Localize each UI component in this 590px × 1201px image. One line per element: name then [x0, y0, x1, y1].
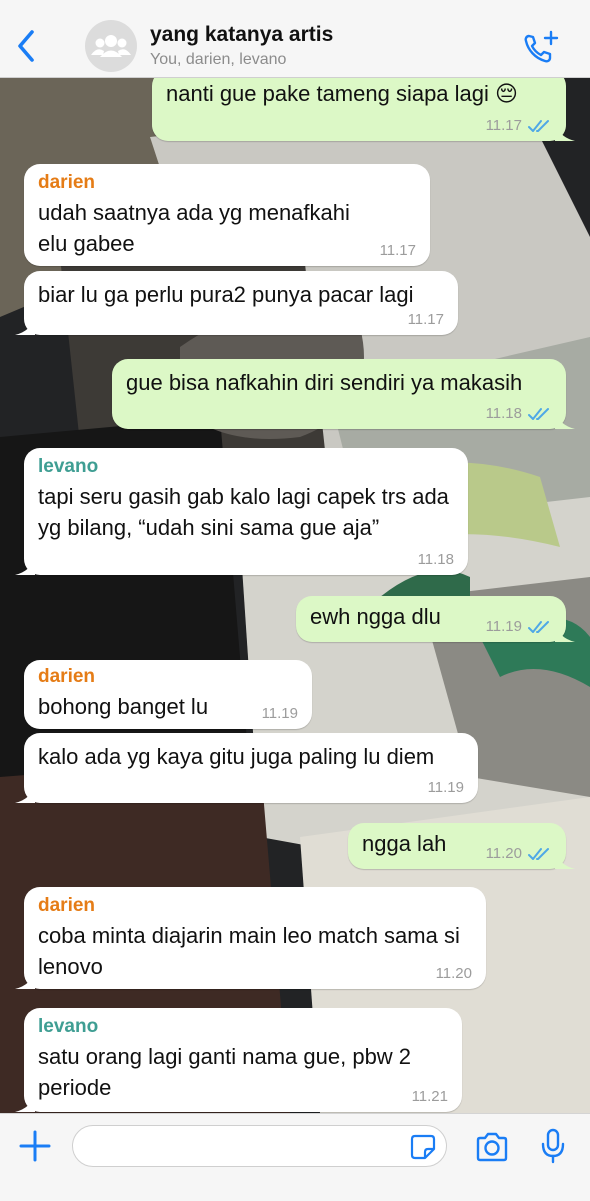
- message-list[interactable]: nanti gue pake tameng siapa lagi 😔 11.17…: [0, 77, 590, 1113]
- chat-header: yang katanya artis You, darien, levano: [0, 0, 590, 78]
- sender-name[interactable]: levano: [38, 456, 454, 478]
- message-time: 11.20: [435, 965, 472, 982]
- sticker-icon[interactable]: [410, 1134, 436, 1160]
- outgoing-message[interactable]: gue bisa nafkahin diri sendiri ya makasi…: [112, 359, 575, 429]
- back-chevron-icon[interactable]: [12, 26, 42, 66]
- sender-name[interactable]: darien: [38, 172, 416, 194]
- read-ticks-icon: [528, 621, 549, 633]
- bubble-tail: [15, 785, 35, 803]
- message-text: nanti gue pake tameng siapa lagi 😔: [166, 81, 518, 106]
- message-text: satu orang lagi ganti nama gue, pbw 2 pe…: [38, 1044, 412, 1100]
- composer-bar: [0, 1113, 590, 1201]
- message-time: 11.20: [485, 845, 522, 862]
- group-avatar-icon[interactable]: [85, 20, 137, 72]
- message-time: 11.21: [411, 1088, 448, 1105]
- message-text: kalo ada yg kaya gitu juga paling lu die…: [38, 744, 435, 769]
- plus-icon[interactable]: [18, 1129, 52, 1163]
- bubble-tail: [15, 971, 35, 989]
- incoming-message[interactable]: darien bohong banget lu 11.19: [24, 660, 312, 729]
- message-text: coba minta diajarin main leo match sama …: [38, 923, 460, 979]
- message-text: tapi seru gasih gab kalo lagi capek trs …: [38, 484, 449, 540]
- message-time: 11.19: [427, 779, 464, 796]
- sender-name[interactable]: darien: [38, 666, 298, 688]
- incoming-message[interactable]: darien udah saatnya ada yg menafkahi elu…: [24, 164, 430, 266]
- bubble-tail: [555, 411, 575, 429]
- bubble-tail: [555, 851, 575, 869]
- microphone-icon[interactable]: [540, 1128, 566, 1164]
- outgoing-message[interactable]: nanti gue pake tameng siapa lagi 😔 11.17: [152, 77, 575, 141]
- sender-name[interactable]: darien: [38, 895, 472, 917]
- incoming-message[interactable]: levano satu orang lagi ganti nama gue, p…: [15, 1008, 462, 1112]
- message-input[interactable]: [72, 1125, 447, 1167]
- message-time: 11.18: [417, 551, 454, 568]
- bubble-tail: [555, 624, 575, 642]
- message-time: 11.19: [485, 618, 522, 635]
- message-time: 11.17: [485, 117, 522, 134]
- message-time: 11.18: [485, 405, 522, 422]
- phone-plus-icon[interactable]: [520, 28, 560, 68]
- read-ticks-icon: [528, 120, 549, 132]
- message-text: biar lu ga perlu pura2 punya pacar lagi: [38, 282, 414, 307]
- message-text: ngga lah: [362, 831, 447, 856]
- outgoing-message[interactable]: ewh ngga dlu 11.19: [296, 596, 575, 642]
- message-text: gue bisa nafkahin diri sendiri ya makasi…: [126, 370, 523, 395]
- chat-participants: You, darien, levano: [150, 51, 287, 68]
- incoming-message[interactable]: darien coba minta diajarin main leo matc…: [15, 887, 486, 989]
- incoming-message[interactable]: kalo ada yg kaya gitu juga paling lu die…: [15, 733, 478, 803]
- message-text: udah saatnya ada yg menafkahi elu gabee: [38, 200, 350, 256]
- bubble-tail: [555, 123, 575, 141]
- sender-name[interactable]: levano: [38, 1016, 448, 1038]
- message-time: 11.17: [407, 311, 444, 328]
- message-time: 11.19: [261, 705, 298, 722]
- bubble-tail: [15, 1094, 35, 1112]
- chat-title[interactable]: yang katanya artis: [150, 23, 333, 47]
- bubble-tail: [15, 557, 35, 575]
- incoming-message[interactable]: biar lu ga perlu pura2 punya pacar lagi …: [15, 271, 458, 335]
- camera-icon[interactable]: [474, 1131, 510, 1163]
- read-ticks-icon: [528, 848, 549, 860]
- message-text: bohong banget lu: [38, 694, 209, 719]
- incoming-message[interactable]: levano tapi seru gasih gab kalo lagi cap…: [15, 448, 468, 575]
- outgoing-message[interactable]: ngga lah 11.20: [348, 823, 575, 869]
- bubble-tail: [15, 317, 35, 335]
- read-ticks-icon: [528, 408, 549, 420]
- message-time: 11.17: [379, 242, 416, 259]
